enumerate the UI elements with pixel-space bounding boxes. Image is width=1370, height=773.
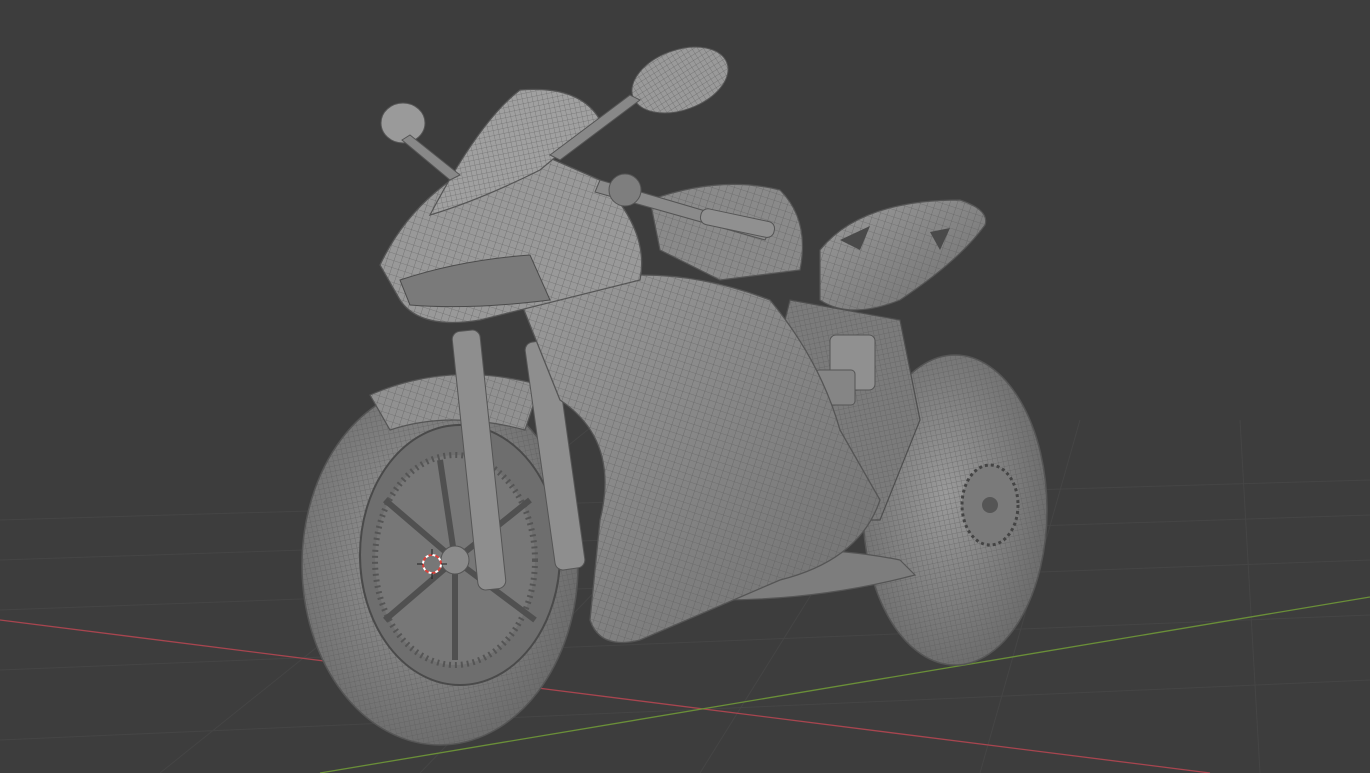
- viewport-canvas[interactable]: [0, 0, 1370, 773]
- x-axis-line: [0, 619, 1211, 773]
- motorcycle-model[interactable]: [301, 35, 1048, 746]
- left-mirror: [380, 102, 461, 181]
- 3d-viewport[interactable]: [0, 0, 1370, 773]
- right-mirror: [549, 46, 729, 161]
